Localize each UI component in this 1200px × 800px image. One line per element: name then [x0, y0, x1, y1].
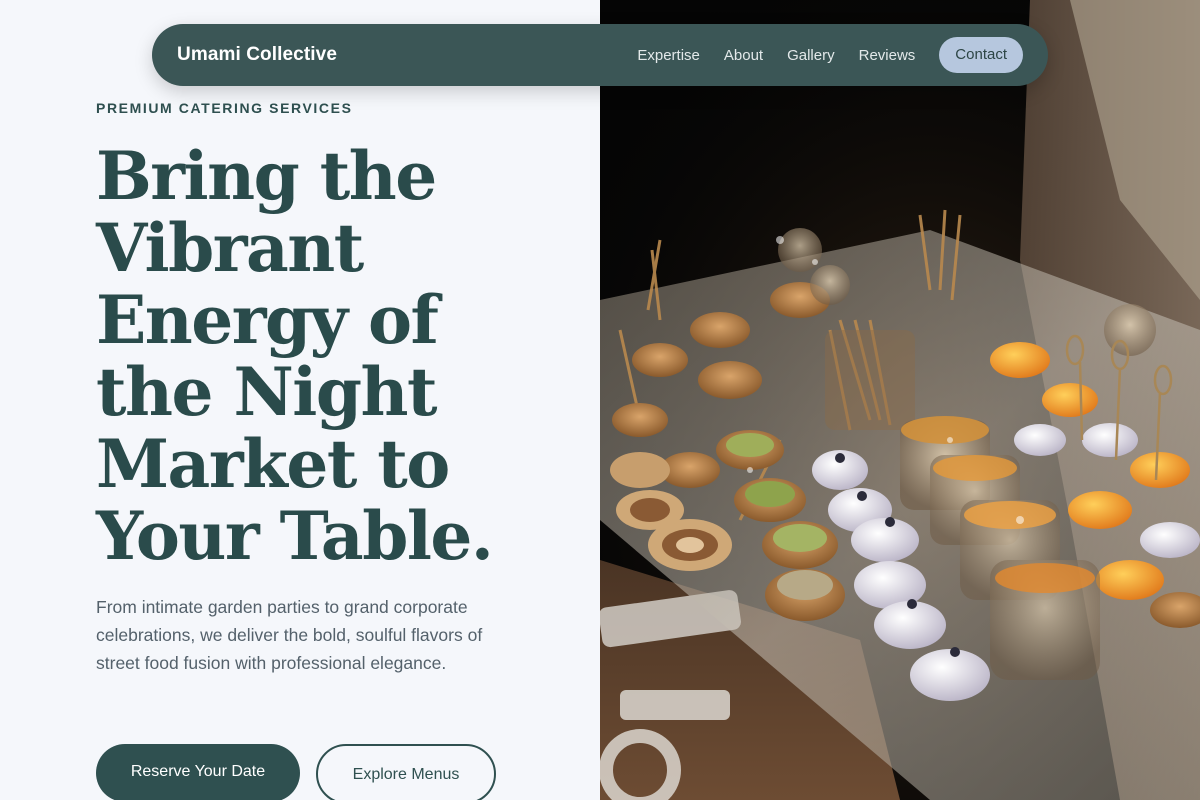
headline-line: Market to [96, 425, 450, 503]
headline-line: Your Table. [96, 497, 494, 575]
reserve-date-button[interactable]: Reserve Your Date [96, 744, 300, 800]
headline-line: Vibrant [96, 209, 364, 287]
navbar: Umami Collective Expertise About Gallery… [152, 24, 1048, 86]
brand-logo[interactable]: Umami Collective [177, 44, 337, 66]
hero-food-image [600, 0, 1200, 800]
nav-links: Expertise About Gallery Reviews Contact [637, 37, 1023, 73]
nav-link-reviews[interactable]: Reviews [859, 47, 916, 64]
hero-headline: Bring the Vibrant Energy of the Night Ma… [96, 140, 576, 572]
contact-button[interactable]: Contact [939, 37, 1023, 73]
nav-link-gallery[interactable]: Gallery [787, 47, 835, 64]
nav-link-expertise[interactable]: Expertise [637, 47, 700, 64]
headline-line: Bring the [96, 137, 437, 215]
headline-line: Energy of [96, 281, 439, 359]
hero-description: From intimate garden parties to grand co… [96, 597, 483, 673]
nav-link-about[interactable]: About [724, 47, 763, 64]
headline-line: the Night [96, 353, 437, 431]
explore-menus-button[interactable]: Explore Menus [316, 744, 496, 800]
hero-eyebrow: PREMIUM CATERING SERVICES [96, 100, 353, 116]
